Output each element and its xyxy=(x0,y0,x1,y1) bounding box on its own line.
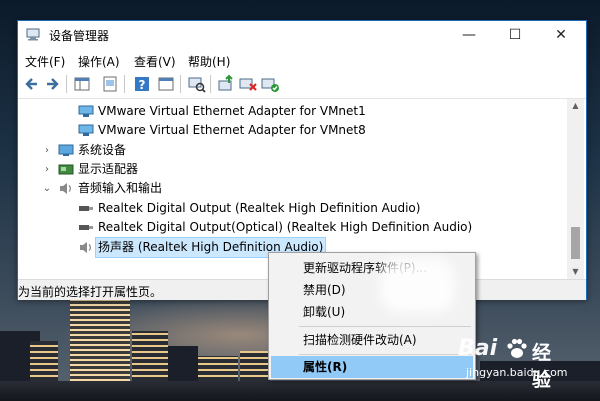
context-properties[interactable]: 属性(R) xyxy=(271,356,473,378)
properties-icon[interactable] xyxy=(100,74,120,94)
audio-output-icon xyxy=(79,206,93,211)
watermark-url: jingyan.baidu.com xyxy=(466,366,568,379)
console-icon[interactable] xyxy=(156,74,176,94)
window-title: 设备管理器 xyxy=(49,29,110,43)
chevron-right-icon[interactable]: › xyxy=(42,160,52,179)
title-bar: 设备管理器 — ☐ ✕ xyxy=(18,21,586,49)
tree-item-label: 音频输入和输出 xyxy=(78,181,163,195)
maximize-button[interactable]: ☐ xyxy=(492,21,538,49)
scroll-up-icon[interactable]: ▲ xyxy=(567,101,584,110)
toolbar: ? xyxy=(18,71,586,99)
tree-item-label: VMware Virtual Ethernet Adapter for VMne… xyxy=(98,123,366,137)
audio-output-icon xyxy=(79,225,93,230)
menu-separator xyxy=(299,326,471,327)
menu-file[interactable]: 文件(F) xyxy=(25,53,65,70)
display-adapter-icon xyxy=(58,164,74,175)
scroll-down-icon[interactable]: ▼ xyxy=(567,267,584,276)
menu-view[interactable]: 查看(V) xyxy=(134,53,176,70)
menu-separator xyxy=(299,354,471,355)
tree-item-realtek-optical[interactable]: Realtek Digital Output(Optical) (Realtek… xyxy=(18,218,568,237)
system-devices-icon xyxy=(58,144,74,156)
tree-item-vmnet8[interactable]: VMware Virtual Ethernet Adapter for VMne… xyxy=(18,121,568,140)
device-manager-icon xyxy=(26,28,40,41)
scrollbar-thumb[interactable] xyxy=(571,227,580,259)
blurred-cursor-area xyxy=(380,258,455,313)
speaker-icon xyxy=(80,242,91,253)
tree-item-label: Realtek Digital Output(Optical) (Realtek… xyxy=(98,220,473,234)
watermark-jingyan: 经验 xyxy=(532,342,552,391)
enable-device-icon[interactable] xyxy=(260,74,280,94)
tree-item-label: 显示适配器 xyxy=(78,162,139,176)
update-driver-icon[interactable] xyxy=(216,74,236,94)
context-scan-hardware[interactable]: 扫描检测硬件改动(A) xyxy=(271,329,473,351)
help-icon[interactable]: ? xyxy=(132,74,152,94)
speaker-icon xyxy=(60,183,71,194)
tree-item-display-adapters[interactable]: › 显示适配器 xyxy=(18,160,568,179)
forward-arrow-icon[interactable] xyxy=(42,74,62,94)
tree-item-label: Realtek Digital Output (Realtek High Def… xyxy=(98,201,421,215)
tree-item-vmnet1[interactable]: VMware Virtual Ethernet Adapter for VMne… xyxy=(18,102,568,121)
menu-help[interactable]: 帮助(H) xyxy=(188,53,230,70)
chevron-down-icon[interactable]: ⌄ xyxy=(42,179,52,198)
tree-item-audio-io[interactable]: ⌄ 音频输入和输出 xyxy=(18,179,568,198)
menu-bar: 文件(F) 操作(A) 查看(V) 帮助(H) xyxy=(18,49,586,71)
watermark-bai: Bai xyxy=(458,336,498,361)
network-adapter-icon xyxy=(78,124,94,136)
show-hide-console-tree-icon[interactable] xyxy=(72,74,92,94)
tree-item-label: VMware Virtual Ethernet Adapter for VMne… xyxy=(98,104,366,118)
svg-text:?: ? xyxy=(139,78,146,92)
tree-item-realtek-digital-output[interactable]: Realtek Digital Output (Realtek High Def… xyxy=(18,199,568,218)
status-text: 为当前的选择打开属性页。 xyxy=(18,285,163,299)
network-adapter-icon xyxy=(78,105,94,117)
menu-action[interactable]: 操作(A) xyxy=(78,53,120,70)
close-button[interactable]: ✕ xyxy=(538,21,584,49)
tree-item-label: 系统设备 xyxy=(78,143,127,157)
scan-hardware-icon[interactable] xyxy=(186,74,206,94)
tree-item-system-devices[interactable]: › 系统设备 xyxy=(18,141,568,160)
minimize-button[interactable]: — xyxy=(446,21,492,49)
paw-icon xyxy=(507,338,527,358)
back-arrow-icon[interactable] xyxy=(22,74,42,94)
vertical-scrollbar[interactable]: ▲ ▼ xyxy=(567,99,584,279)
chevron-right-icon[interactable]: › xyxy=(42,141,52,160)
uninstall-device-icon[interactable] xyxy=(238,74,258,94)
